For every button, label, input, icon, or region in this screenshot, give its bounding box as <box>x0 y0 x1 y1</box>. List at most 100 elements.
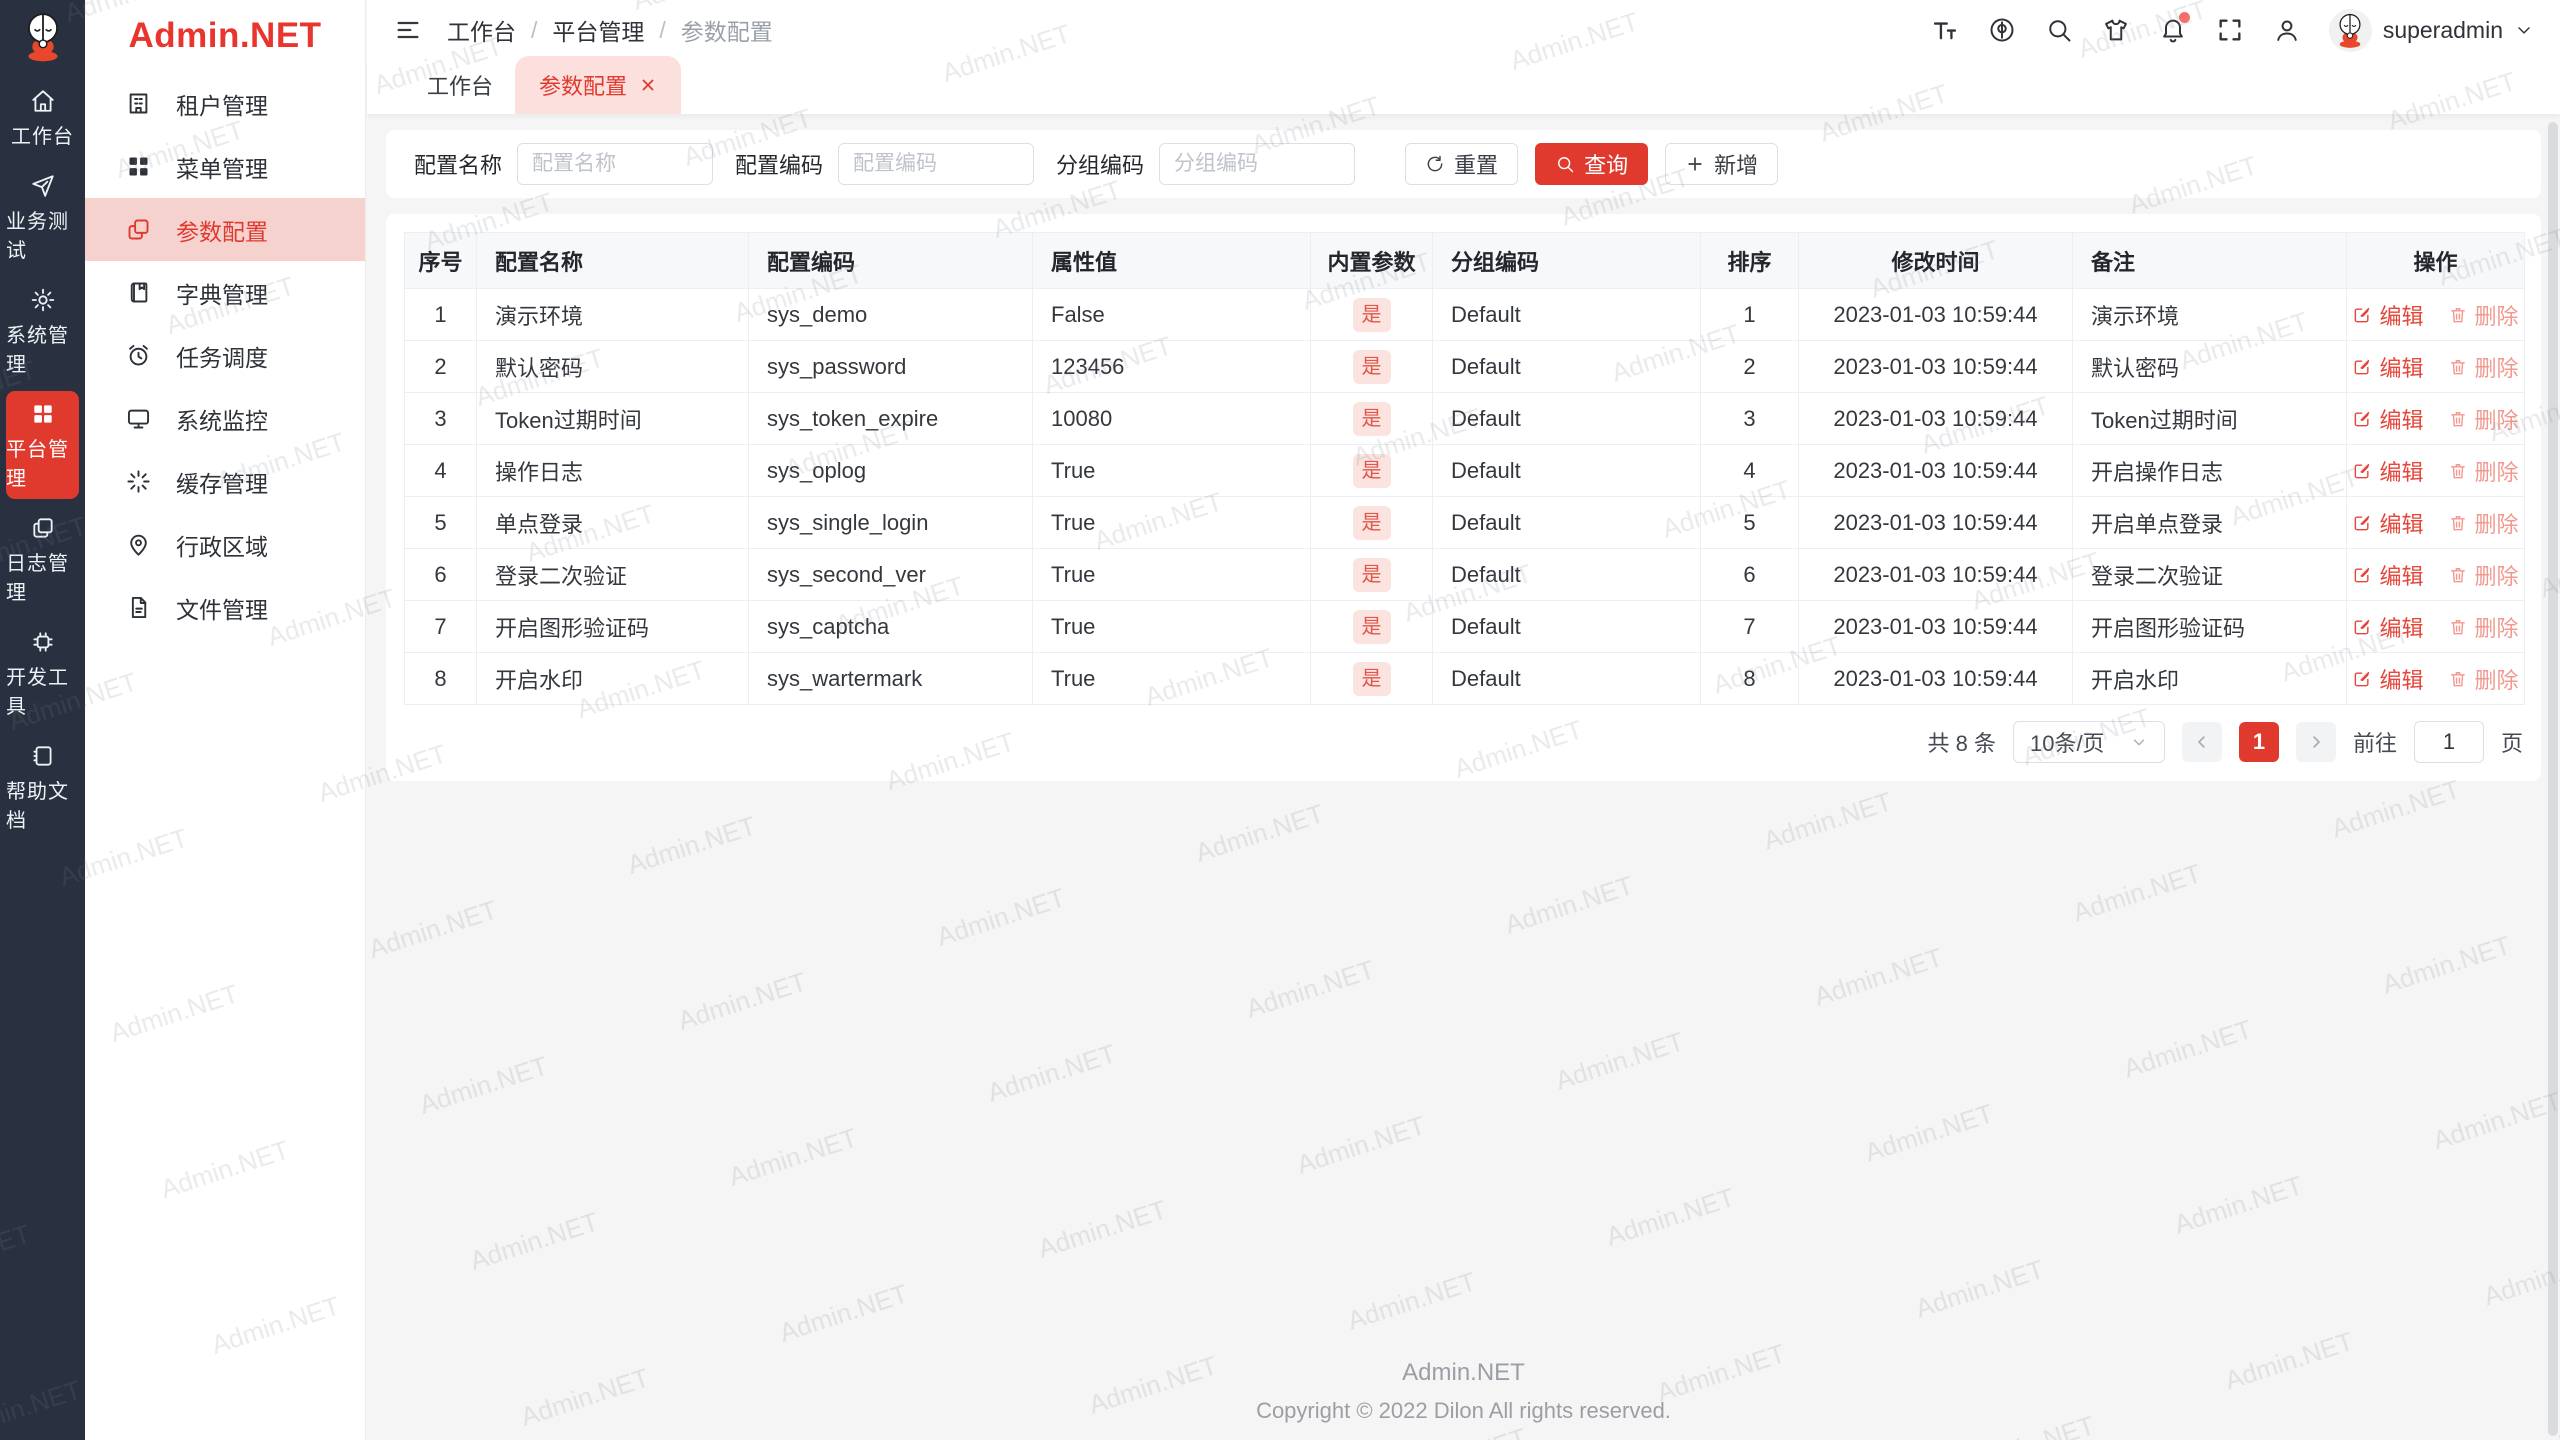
filter-buttons: 重置 查询 新增 <box>1405 143 1779 185</box>
sidebar-item-label: 菜单管理 <box>176 155 268 182</box>
goto-page-input[interactable] <box>2413 721 2484 763</box>
tab-workbench[interactable]: 工作台 <box>405 56 515 114</box>
prev-page-button[interactable] <box>2181 722 2222 762</box>
cell-group-code: Default <box>1432 652 1701 705</box>
profile-icon[interactable] <box>2272 15 2302 45</box>
sidebar-item-task-scheduler[interactable]: 任务调度 <box>85 324 365 387</box>
add-button[interactable]: 新增 <box>1665 143 1779 185</box>
edit-button[interactable]: 编辑 <box>2352 455 2424 487</box>
current-page-button[interactable]: 1 <box>2238 722 2279 762</box>
notification-icon[interactable] <box>2158 12 2190 45</box>
cell-index: 1 <box>404 288 477 341</box>
avatar <box>2328 8 2372 52</box>
file-icon <box>125 594 152 621</box>
edit-button[interactable]: 编辑 <box>2352 299 2424 331</box>
edit-button[interactable]: 编辑 <box>2352 403 2424 435</box>
delete-button[interactable]: 删除 <box>2448 663 2519 695</box>
breadcrumb-separator: / <box>659 16 666 43</box>
rail-item-label: 开发工具 <box>6 667 69 718</box>
cell-sort: 3 <box>1700 392 1799 445</box>
edit-button[interactable]: 编辑 <box>2352 663 2424 695</box>
edit-button[interactable]: 编辑 <box>2352 351 2424 383</box>
column-header: 属性值 <box>1032 232 1311 289</box>
sidebar-item-system-monitor[interactable]: 系统监控 <box>85 387 365 450</box>
font-size-icon[interactable] <box>1930 15 1960 45</box>
search-icon[interactable] <box>2044 15 2074 45</box>
cell-actions: 编辑 删除 <box>2346 340 2525 393</box>
edit-button[interactable]: 编辑 <box>2352 611 2424 643</box>
cell-modified-time: 2023-01-03 10:59:44 <box>1798 444 2073 497</box>
sidebar-item-label: 参数配置 <box>176 218 268 245</box>
table-row: 4 操作日志 sys_oplog True 是 Default 4 2023-0… <box>404 444 2525 497</box>
rail-item-label: 日志管理 <box>6 553 69 604</box>
sidebar-item-admin-region[interactable]: 行政区域 <box>85 513 365 576</box>
delete-button[interactable]: 删除 <box>2448 611 2519 643</box>
builtin-badge: 是 <box>1352 401 1391 436</box>
tab-param-config[interactable]: 参数配置 <box>515 56 682 114</box>
delete-button[interactable]: 删除 <box>2448 403 2519 435</box>
delete-button[interactable]: 删除 <box>2448 455 2519 487</box>
rail-item-label: 帮助文档 <box>6 781 69 832</box>
cell-remark: 登录二次验证 <box>2072 548 2347 601</box>
rail-item-workbench[interactable]: 工作台 <box>6 78 79 157</box>
cell-remark: 开启操作日志 <box>2072 444 2347 497</box>
delete-button[interactable]: 删除 <box>2448 559 2519 591</box>
column-header: 修改时间 <box>1798 232 2073 289</box>
rail-item-business-test[interactable]: 业务测试 <box>6 163 79 271</box>
cell-index: 5 <box>404 496 477 549</box>
pagination-total: 共 8 条 <box>1927 731 1996 756</box>
cell-config-name: 默认密码 <box>476 340 749 393</box>
table-row: 8 开启水印 sys_wartermark True 是 Default 8 2… <box>404 652 2525 705</box>
next-page-button[interactable] <box>2295 722 2336 762</box>
table-row: 5 单点登录 sys_single_login True 是 Default 5… <box>404 496 2525 549</box>
user-menu[interactable]: superadmin <box>2328 8 2534 52</box>
config-name-input[interactable] <box>517 143 714 185</box>
tab-label: 工作台 <box>427 74 494 99</box>
cell-modified-time: 2023-01-03 10:59:44 <box>1798 600 2073 653</box>
sidebar-item-tenant-mgmt[interactable]: 租户管理 <box>85 72 365 135</box>
language-icon[interactable] <box>1987 15 2017 45</box>
cell-config-name: 开启水印 <box>476 652 749 705</box>
breadcrumb-item[interactable]: 工作台 <box>447 13 516 47</box>
delete-button[interactable]: 删除 <box>2448 351 2519 383</box>
filter-config-code: 配置编码 <box>735 143 1035 185</box>
cell-value: True <box>1032 444 1311 497</box>
collapse-sidebar-icon[interactable] <box>393 15 423 45</box>
cell-config-code: sys_captcha <box>748 600 1033 653</box>
chevron-down-icon <box>2130 733 2148 751</box>
breadcrumb-item[interactable]: 平台管理 <box>552 13 644 47</box>
reset-button[interactable]: 重置 <box>1405 143 1519 185</box>
cell-actions: 编辑 删除 <box>2346 288 2525 341</box>
page-size-select[interactable]: 10条/页 <box>2012 721 2165 763</box>
edit-button[interactable]: 编辑 <box>2352 559 2424 591</box>
alarm-clock-icon <box>125 342 152 369</box>
rail-item-system-mgmt[interactable]: 系统管理 <box>6 277 79 385</box>
rail-item-platform-mgmt[interactable]: 平台管理 <box>6 391 79 499</box>
cell-modified-time: 2023-01-03 10:59:44 <box>1798 288 2073 341</box>
cell-builtin: 是 <box>1310 288 1433 341</box>
fullscreen-icon[interactable] <box>2215 15 2245 45</box>
close-icon[interactable] <box>639 76 657 94</box>
sidebar-item-dict-mgmt[interactable]: 字典管理 <box>85 261 365 324</box>
search-button[interactable]: 查询 <box>1535 143 1649 185</box>
delete-button[interactable]: 删除 <box>2448 299 2519 331</box>
theme-skin-icon[interactable] <box>2101 15 2131 45</box>
column-header: 配置编码 <box>748 232 1033 289</box>
cell-config-code: sys_second_ver <box>748 548 1033 601</box>
sidebar-item-cache-mgmt[interactable]: 缓存管理 <box>85 450 365 513</box>
delete-button[interactable]: 删除 <box>2448 507 2519 539</box>
rail-item-dev-tools[interactable]: 开发工具 <box>6 619 79 727</box>
edit-button[interactable]: 编辑 <box>2352 507 2424 539</box>
sidebar-item-param-config[interactable]: 参数配置 <box>85 198 365 261</box>
cell-actions: 编辑 删除 <box>2346 496 2525 549</box>
sidebar-item-label: 字典管理 <box>176 281 268 308</box>
rail-item-help-docs[interactable]: 帮助文档 <box>6 733 79 841</box>
group-code-input[interactable] <box>1159 143 1356 185</box>
config-code-input[interactable] <box>838 143 1035 185</box>
sidebar-item-menu-mgmt[interactable]: 菜单管理 <box>85 135 365 198</box>
rail-item-log-mgmt[interactable]: 日志管理 <box>6 505 79 613</box>
table-row: 3 Token过期时间 sys_token_expire 10080 是 Def… <box>404 392 2525 445</box>
scrollbar-thumb[interactable] <box>2548 122 2558 1436</box>
sidebar-item-file-mgmt[interactable]: 文件管理 <box>85 576 365 639</box>
cell-sort: 4 <box>1700 444 1799 497</box>
